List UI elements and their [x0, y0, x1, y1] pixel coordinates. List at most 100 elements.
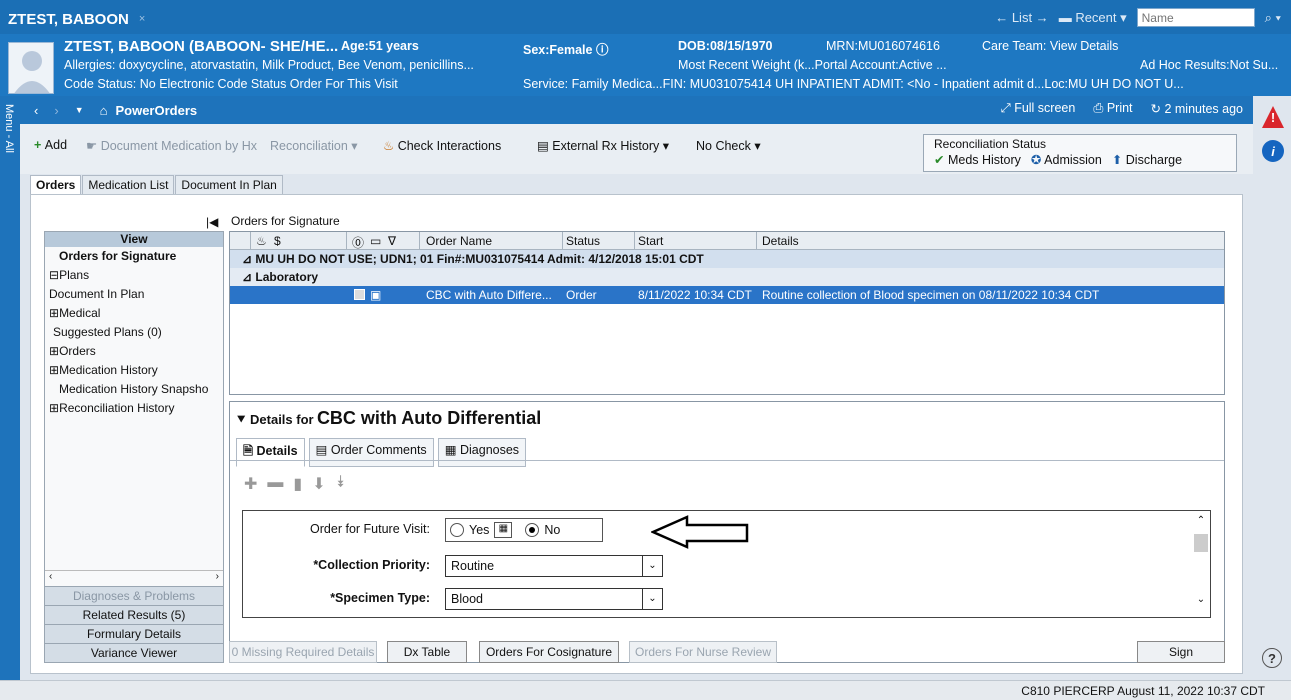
chart-icon[interactable]: ▮ — [293, 474, 302, 494]
view-item-medical[interactable]: ⊞Medical — [45, 304, 223, 323]
discharge-icon: ⬆ — [1111, 153, 1126, 167]
col-details[interactable]: Details — [762, 234, 799, 248]
view-item-document-in-plan[interactable]: Document In Plan — [45, 285, 223, 304]
tab-divider — [230, 460, 1224, 461]
alert-icon[interactable]: ! — [1262, 106, 1284, 128]
nav-bar: ‹ › ▼ ⌂ PowerOrders ⤢ Full screen ⎙ Prin… — [20, 96, 1253, 124]
collection-priority-select[interactable]: Routine ⌄ — [445, 555, 663, 577]
no-check-menu[interactable]: No Check ▾ — [696, 138, 761, 153]
laboratory-group-row[interactable]: ⊿ Laboratory — [230, 268, 1224, 286]
column-divider — [756, 232, 757, 250]
full-screen-button[interactable]: ⤢ Full screen — [1001, 101, 1076, 116]
home-icon[interactable]: ⌂ — [100, 103, 108, 118]
orders-for-nurse-review-button[interactable]: Orders For Nurse Review — [629, 641, 777, 663]
adhoc-results[interactable]: Ad Hoc Results:Not Su... — [1140, 58, 1278, 72]
scroll-thumb[interactable] — [1194, 534, 1208, 552]
horizontal-scrollbar[interactable]: ‹ › — [45, 570, 223, 584]
view-item-orders[interactable]: ⊞Orders — [45, 342, 223, 361]
check-interactions-button[interactable]: ♨ Check Interactions — [383, 138, 501, 153]
patient-name[interactable]: ZTEST, BABOON (BABOON- SHE/HE... — [64, 38, 338, 55]
encounter-group-row[interactable]: ⊿ MU UH DO NOT USE; UDN1; 01 Fin#:MU0310… — [230, 250, 1224, 268]
collapse-panel-icon[interactable]: |◀ — [206, 215, 218, 229]
table-row[interactable]: ▣ CBC with Auto Differe... Order 8/11/20… — [230, 286, 1224, 304]
tab-details-label: Details — [256, 444, 298, 458]
expand-icon[interactable]: ⊞ — [49, 363, 59, 377]
view-item-suggested-plans[interactable]: Suggested Plans (0) — [45, 323, 223, 342]
patient-search-input[interactable] — [1136, 8, 1255, 27]
view-bottom-sections: Diagnoses & Problems Related Results (5)… — [45, 586, 223, 662]
col-start[interactable]: Start — [638, 234, 663, 248]
refresh-button[interactable]: ↻ 2 minutes ago — [1151, 101, 1243, 116]
collapse-details-icon[interactable]: ⯆ — [236, 412, 250, 427]
view-item-medication-history[interactable]: ⊞Medication History — [45, 361, 223, 380]
add-detail-icon[interactable]: ✚ — [244, 474, 257, 494]
expand-icon[interactable]: ⊞ — [49, 306, 59, 320]
meds-history-link[interactable]: ✔ Meds History — [934, 152, 1021, 167]
care-team[interactable]: Care Team: View Details — [982, 39, 1118, 53]
diagnoses-problems-section[interactable]: Diagnoses & Problems — [45, 586, 223, 605]
info-icon[interactable]: ⓘ — [596, 43, 609, 57]
expand-all-icon[interactable]: ⯯ — [336, 474, 346, 494]
forward-icon[interactable]: › — [54, 103, 58, 118]
patient-banner: ZTEST, BABOON (BABOON- SHE/HE... Age:51 … — [0, 34, 1291, 96]
move-down-icon[interactable]: ⬇ — [312, 474, 325, 494]
formulary-details-section[interactable]: Formulary Details — [45, 624, 223, 643]
col-order-name[interactable]: Order Name — [426, 234, 492, 248]
variance-viewer-section[interactable]: Variance Viewer — [45, 643, 223, 662]
reconciliation-menu[interactable]: Reconciliation ▾ — [270, 138, 358, 153]
collapse-icon[interactable]: ⊟ — [49, 268, 59, 282]
list-nav[interactable]: ← List → — [995, 10, 1048, 25]
col-cost[interactable]: $ — [274, 234, 281, 248]
col-status[interactable]: Status — [566, 234, 600, 248]
specimen-type-select[interactable]: Blood ⌄ — [445, 588, 663, 610]
scroll-right-icon[interactable]: › — [216, 571, 219, 584]
view-item-label: Reconciliation History — [59, 401, 175, 415]
mrn: MRN:MU016074616 — [826, 39, 940, 53]
form-scrollbar[interactable]: ⌃ ⌄ — [1194, 515, 1208, 613]
checkbox[interactable] — [354, 289, 365, 300]
sign-button[interactable]: Sign — [1137, 641, 1225, 663]
patient-tab[interactable]: ZTEST, BABOON × — [0, 4, 154, 34]
view-item-medication-history-snapshot[interactable]: Medication History Snapsho — [45, 380, 223, 399]
search-icon[interactable]: ⌕ ▾ — [1265, 10, 1281, 26]
nav-actions: ⤢ Full screen ⎙ Print ↻ 2 minutes ago — [1001, 101, 1243, 116]
dx-table-button[interactable]: Dx Table — [387, 641, 467, 663]
back-icon[interactable]: ‹ — [34, 103, 38, 118]
external-rx-history-menu[interactable]: ▤ External Rx History ▾ — [537, 138, 669, 153]
view-item-orders-for-signature[interactable]: Orders for Signature — [45, 247, 223, 266]
add-button[interactable]: + Add — [34, 138, 67, 152]
tab-details[interactable]: 🗎 Details — [236, 438, 305, 467]
discharge-link[interactable]: ⬆ Discharge — [1112, 152, 1182, 167]
filter-col-icon: ∇ — [388, 234, 397, 248]
scroll-down-icon[interactable]: ⌄ — [1194, 594, 1208, 605]
remove-detail-icon[interactable]: ▬ — [267, 474, 283, 494]
tab-order-comments[interactable]: ▤ Order Comments — [308, 438, 434, 467]
tab-diagnoses[interactable]: ▦ Diagnoses — [437, 438, 527, 467]
missing-required-details-button[interactable]: 0 Missing Required Details — [229, 641, 377, 663]
scroll-left-icon[interactable]: ‹ — [49, 571, 52, 584]
view-item-reconciliation-history[interactable]: ⊞Reconciliation History — [45, 399, 223, 418]
expand-icon[interactable]: ⊞ — [49, 401, 59, 415]
orders-for-cosignature-button[interactable]: Orders For Cosignature — [479, 641, 619, 663]
related-results-section[interactable]: Related Results (5) — [45, 605, 223, 624]
calendar-icon[interactable]: ▦ — [494, 522, 513, 538]
future-visit-yes-radio[interactable] — [450, 523, 464, 537]
print-button[interactable]: ⎙ Print — [1093, 101, 1132, 116]
future-visit-no-radio[interactable] — [525, 523, 540, 537]
info-icon[interactable]: i — [1262, 140, 1284, 162]
tab-document-in-plan[interactable]: Document In Plan — [175, 175, 283, 194]
dropdown-icon[interactable]: ▼ — [75, 105, 84, 115]
expand-icon[interactable]: ⊞ — [49, 344, 59, 358]
close-tab-icon[interactable]: × — [139, 13, 145, 25]
scroll-up-icon[interactable]: ⌃ — [1194, 515, 1208, 526]
allergies[interactable]: Allergies: doxycycline, atorvastatin, Mi… — [64, 58, 474, 72]
help-icon[interactable]: ? — [1262, 648, 1282, 668]
admission-link[interactable]: ✪ Admission — [1031, 152, 1102, 167]
menu-strip[interactable]: Menu - All — [0, 96, 20, 680]
tab-orders[interactable]: Orders — [30, 175, 82, 194]
document-medication-button[interactable]: ☛ Document Medication by Hx — [86, 138, 257, 153]
recent-menu[interactable]: ▬ Recent ▾ — [1059, 10, 1127, 26]
view-item-plans[interactable]: ⊟Plans — [45, 266, 223, 285]
tab-medication-list[interactable]: Medication List — [82, 175, 175, 194]
diagnoses-tab-icon: ▦ — [444, 443, 460, 457]
